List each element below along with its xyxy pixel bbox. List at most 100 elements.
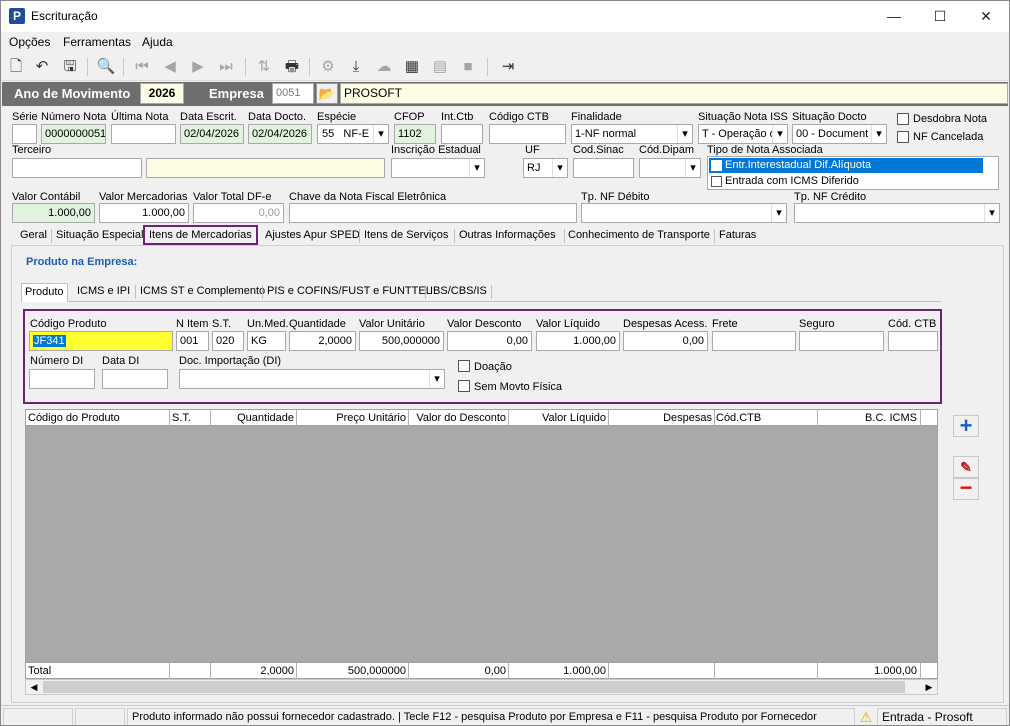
folder-icon[interactable]: 📂 bbox=[316, 83, 338, 104]
last-record-icon[interactable]: ⏭ bbox=[215, 56, 237, 78]
especie-select[interactable]: 55 NF-E bbox=[317, 124, 389, 144]
first-record-icon[interactable]: ⏮ bbox=[131, 56, 153, 78]
tipo-nota-item-selected[interactable]: Entr.Interestadual Dif.Alíquota bbox=[709, 158, 983, 173]
previous-record-icon[interactable]: ◀ bbox=[159, 56, 181, 78]
valor-unitario-input[interactable]: 500,000000 bbox=[359, 331, 444, 351]
cloud-icon[interactable]: ☁ bbox=[373, 56, 395, 78]
cod-ctb-input[interactable] bbox=[888, 331, 938, 351]
menu-ajuda[interactable]: Ajuda bbox=[142, 35, 173, 49]
exit-icon[interactable]: ⇥ bbox=[497, 56, 519, 78]
terceiro-input[interactable] bbox=[12, 158, 142, 178]
codigo-ctb-input[interactable] bbox=[489, 124, 566, 144]
maximize-button[interactable]: ☐ bbox=[917, 1, 963, 32]
chave-nfe-input[interactable] bbox=[289, 203, 577, 223]
import-icon[interactable]: ⤓ bbox=[345, 56, 367, 78]
nf-cancelada-checkbox[interactable] bbox=[897, 131, 909, 143]
tab-situacao-especial[interactable]: Situação Especial bbox=[53, 227, 146, 245]
col-preco-unitario[interactable]: Preço Unitário bbox=[298, 412, 406, 424]
menu-opcoes[interactable]: Opções bbox=[9, 35, 50, 49]
subtab-icms-ipi[interactable]: ICMS e IPI bbox=[74, 283, 133, 301]
data-escrit-input[interactable]: 02/04/2026 bbox=[180, 124, 244, 144]
valor-mercadorias-input[interactable]: 1.000,00 bbox=[99, 203, 189, 223]
print-icon[interactable]: 🖶 bbox=[281, 56, 303, 78]
tipo-nota-item-row[interactable]: Entrada com ICMS Diferido bbox=[709, 174, 983, 189]
st-input[interactable]: 020 bbox=[212, 331, 244, 351]
subtab-pis-cofins[interactable]: PIS e COFINS/FUST e FUNTTEL bbox=[264, 283, 435, 301]
quantidade-input[interactable]: 2,0000 bbox=[289, 331, 356, 351]
codigo-produto-input[interactable]: JF341 bbox=[29, 331, 173, 351]
cod-dipam-select[interactable] bbox=[639, 158, 701, 178]
doacao-checkbox[interactable] bbox=[458, 360, 470, 372]
tab-outras-informacoes[interactable]: Outras Informações bbox=[456, 227, 559, 245]
ano-input[interactable]: 2026 bbox=[140, 83, 184, 104]
numero-nota-input[interactable]: 0000000051 bbox=[41, 124, 106, 144]
valor-desconto-input[interactable]: 0,00 bbox=[447, 331, 532, 351]
subtab-icms-st[interactable]: ICMS ST e Complemento bbox=[137, 283, 268, 301]
tab-itens-mercadorias[interactable]: Itens de Mercadorias bbox=[143, 225, 258, 245]
frete-input[interactable] bbox=[712, 331, 796, 351]
col-bc-icms[interactable]: B.C. ICMS bbox=[819, 412, 917, 424]
data-docto-input[interactable]: 02/04/2026 bbox=[248, 124, 312, 144]
menu-ferramentas[interactable]: Ferramentas bbox=[63, 35, 131, 49]
scroll-left-icon[interactable]: ◀ bbox=[28, 681, 40, 693]
valor-liquido-input[interactable]: 1.000,00 bbox=[536, 331, 620, 351]
tp-nf-credito-select[interactable] bbox=[794, 203, 1000, 223]
tipo-nota-checkbox-0[interactable] bbox=[711, 160, 722, 171]
despesas-acess-input[interactable]: 0,00 bbox=[623, 331, 708, 351]
cod-sinac-input[interactable] bbox=[573, 158, 634, 178]
doc-importacao-select[interactable] bbox=[179, 369, 445, 389]
valor-contabil-input[interactable]: 1.000,00 bbox=[12, 203, 95, 223]
grid-horizontal-scrollbar[interactable]: ◀ ▶ bbox=[25, 679, 938, 695]
finalidade-select[interactable]: 1-NF normal bbox=[571, 124, 693, 144]
add-item-button[interactable]: + bbox=[953, 415, 979, 437]
n-item-input[interactable]: 001 bbox=[176, 331, 209, 351]
subtab-produto[interactable]: Produto bbox=[21, 283, 68, 302]
items-grid-body[interactable] bbox=[25, 426, 938, 662]
tab-itens-servicos[interactable]: Itens de Serviços bbox=[361, 227, 451, 245]
tp-nf-debito-select[interactable] bbox=[581, 203, 787, 223]
tab-ajustes-apur-sped[interactable]: Ajustes Apur SPED bbox=[262, 227, 363, 245]
block-icon[interactable]: ■ bbox=[457, 56, 479, 78]
numero-di-input[interactable] bbox=[29, 369, 95, 389]
calculator-icon[interactable]: ▦ bbox=[401, 56, 423, 78]
col-valor-desconto[interactable]: Valor do Desconto bbox=[410, 412, 506, 424]
col-valor-liquido[interactable]: Valor Líquido bbox=[510, 412, 606, 424]
situacao-iss-select[interactable]: T - Operação d bbox=[698, 124, 788, 144]
save-icon[interactable]: 🖫 bbox=[59, 56, 81, 78]
ultima-nota-input[interactable] bbox=[111, 124, 176, 144]
col-quantidade[interactable]: Quantidade bbox=[212, 412, 294, 424]
scroll-right-icon[interactable]: ▶ bbox=[923, 681, 935, 693]
col-despesas[interactable]: Despesas bbox=[610, 412, 712, 424]
preview-icon[interactable]: 🔍 bbox=[95, 56, 117, 78]
situacao-docto-select[interactable]: 00 - Document bbox=[792, 124, 887, 144]
col-codigo-produto[interactable]: Código do Produto bbox=[28, 412, 120, 424]
next-record-icon[interactable]: ▶ bbox=[187, 56, 209, 78]
intctb-input[interactable] bbox=[441, 124, 483, 144]
empresa-code-input[interactable]: 0051 bbox=[272, 83, 314, 104]
un-med-input[interactable]: KG bbox=[247, 331, 286, 351]
cfop-input[interactable]: 1102 bbox=[394, 124, 436, 144]
tipo-nota-associada-list[interactable]: Entr.Interestadual Dif.Alíquota Entrada … bbox=[707, 156, 999, 190]
desdobra-nota-checkbox[interactable] bbox=[897, 113, 909, 125]
data-di-input[interactable] bbox=[102, 369, 168, 389]
scroll-thumb[interactable] bbox=[43, 681, 905, 693]
serie-input[interactable] bbox=[12, 124, 37, 144]
minimize-button[interactable]: — bbox=[871, 1, 917, 32]
sem-movto-fisica-checkbox[interactable] bbox=[458, 380, 470, 392]
tab-faturas[interactable]: Faturas bbox=[716, 227, 759, 245]
undo-icon[interactable]: ↶ bbox=[31, 56, 53, 78]
tools-icon[interactable]: ⚙ bbox=[317, 56, 339, 78]
col-cod-ctb[interactable]: Cód.CTB bbox=[716, 412, 761, 424]
tab-geral[interactable]: Geral bbox=[17, 227, 50, 245]
seguro-input[interactable] bbox=[799, 331, 884, 351]
tipo-nota-checkbox-1[interactable] bbox=[711, 176, 722, 187]
col-st[interactable]: S.T. bbox=[172, 412, 191, 424]
subtab-ibs-cbs-is[interactable]: IBS/CBS/IS bbox=[427, 283, 490, 301]
close-button[interactable]: ✕ bbox=[963, 1, 1009, 32]
layout-icon[interactable]: ▤ bbox=[429, 56, 451, 78]
remove-item-button[interactable]: − bbox=[953, 477, 979, 500]
uf-select[interactable]: RJ bbox=[523, 158, 568, 178]
sort-icon[interactable]: ⇅ bbox=[253, 56, 275, 78]
new-document-icon[interactable]: 🗋 bbox=[5, 56, 27, 78]
inscricao-estadual-select[interactable] bbox=[391, 158, 485, 178]
